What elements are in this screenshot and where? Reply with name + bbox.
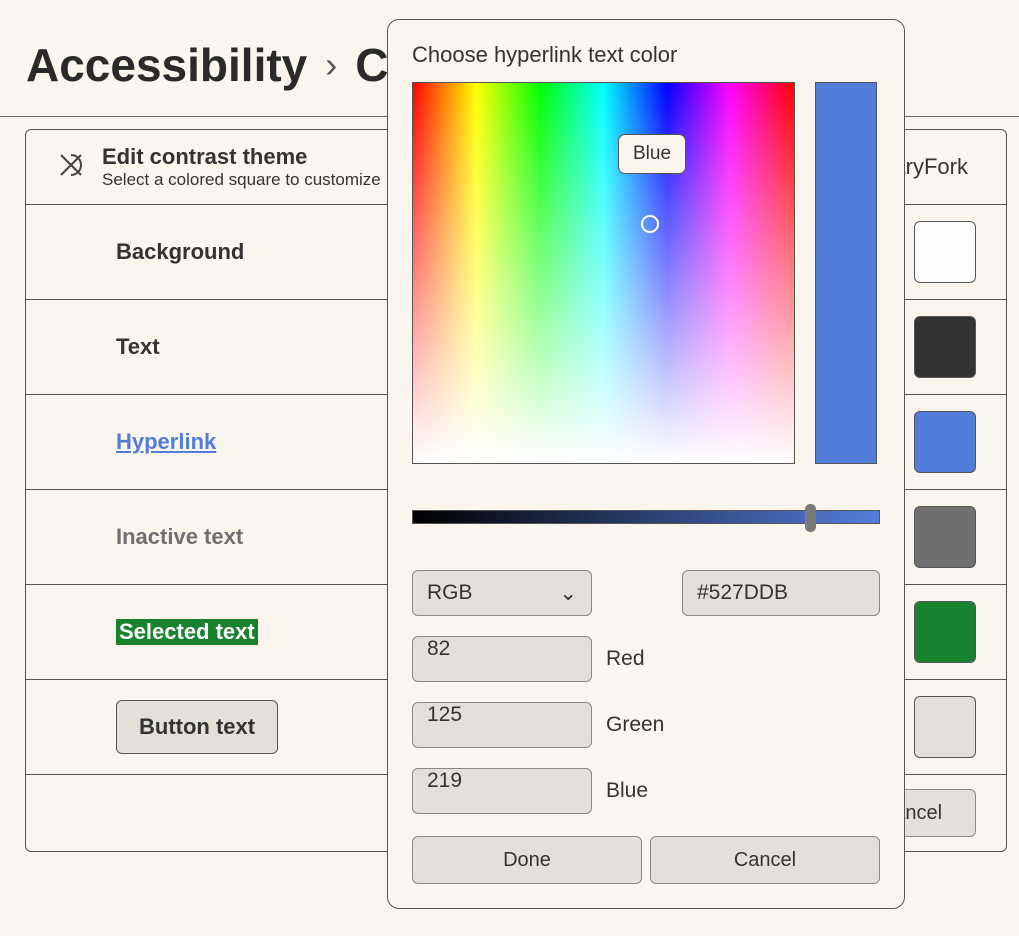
color-tooltip: Blue	[618, 134, 686, 174]
blue-label: Blue	[606, 779, 648, 803]
red-field[interactable]	[427, 637, 577, 661]
swatch-button[interactable]	[914, 696, 976, 758]
hex-field[interactable]	[697, 581, 865, 605]
dialog-title: Choose hyperlink text color	[412, 42, 880, 68]
label-hyperlink: Hyperlink	[116, 429, 216, 455]
swatch-inactive[interactable]	[914, 506, 976, 568]
chevron-down-icon: ⌄	[559, 581, 577, 606]
label-button: Button text	[116, 700, 278, 754]
swatch-background[interactable]	[914, 221, 976, 283]
done-button[interactable]: Done	[412, 836, 642, 884]
color-mode-value: RGB	[427, 581, 473, 605]
hue-preview[interactable]	[815, 82, 877, 464]
green-label: Green	[606, 713, 664, 737]
value-slider[interactable]	[412, 510, 880, 524]
breadcrumb-root[interactable]: Accessibility	[26, 38, 307, 92]
blue-field[interactable]	[427, 769, 577, 793]
green-input[interactable]	[412, 702, 592, 748]
swatch-text[interactable]	[914, 316, 976, 378]
label-selected: Selected text	[116, 619, 258, 645]
label-text: Text	[116, 334, 160, 360]
green-field[interactable]	[427, 703, 577, 727]
dialog-cancel-button[interactable]: Cancel	[650, 836, 880, 884]
swatch-hyperlink[interactable]	[914, 411, 976, 473]
color-picker-dialog: Choose hyperlink text color Blue RGB ⌄ R…	[387, 19, 905, 909]
red-input[interactable]	[412, 636, 592, 682]
red-label: Red	[606, 647, 645, 671]
chevron-right-icon: ›	[325, 44, 337, 86]
value-slider-thumb[interactable]	[805, 504, 816, 532]
spectrum-cursor[interactable]	[641, 215, 659, 233]
color-mode-select[interactable]: RGB ⌄	[412, 570, 592, 616]
color-spectrum[interactable]: Blue	[412, 82, 795, 464]
blue-input[interactable]	[412, 768, 592, 814]
label-inactive: Inactive text	[116, 524, 243, 550]
card-subtitle: Select a colored square to customize	[102, 170, 381, 190]
card-title: Edit contrast theme	[102, 144, 381, 170]
label-background: Background	[116, 239, 244, 265]
paintbrush-icon	[56, 150, 102, 185]
hex-input[interactable]	[682, 570, 880, 616]
swatch-selected[interactable]	[914, 601, 976, 663]
